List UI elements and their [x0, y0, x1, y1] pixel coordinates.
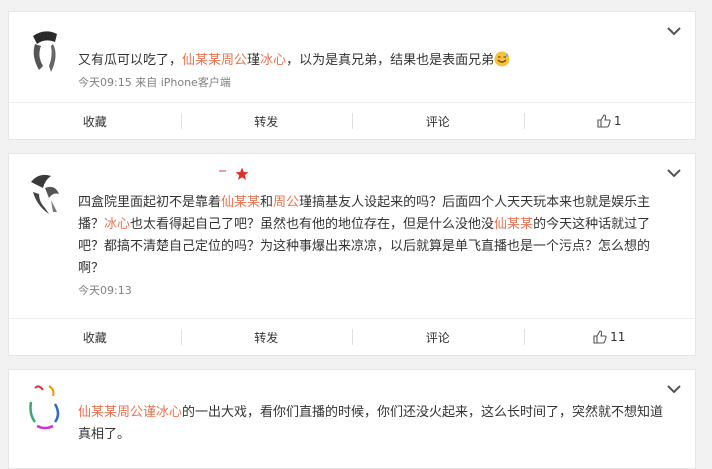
post-body: 又有瓜可以吃了，仙某某周公瑾冰心，以为是真兄弟，结果也是表面兄弟 今天09:15… — [78, 50, 673, 90]
mention-link[interactable]: 冰心 — [260, 53, 286, 68]
mention-link[interactable]: 仙某某 — [221, 195, 260, 210]
comment-label: 评论 — [425, 330, 450, 345]
mention-link[interactable]: 仙某某 — [182, 53, 221, 68]
action-bar: 收藏 转发 评论 1 — [9, 102, 695, 139]
post-meta: 今天09:15 来自 iPhone客户端 — [78, 76, 231, 89]
text-segment: 也太看得起自己了吧？虽然也有他的地位存在，但是什么没他没 — [130, 217, 495, 232]
mention-link[interactable]: 仙某某周公谨冰心 — [78, 405, 182, 420]
repost-button[interactable]: 转发 — [180, 319, 353, 355]
favorite-button[interactable]: 收藏 — [9, 103, 181, 139]
thumbs-up-icon — [597, 114, 611, 128]
post-card: 又有瓜可以吃了，仙某某周公瑾冰心，以为是真兄弟，结果也是表面兄弟 今天09:15… — [8, 11, 696, 140]
thumbs-up-icon — [593, 330, 607, 344]
post-text: 又有瓜可以吃了，仙某某周公瑾冰心，以为是真兄弟，结果也是表面兄弟 — [78, 50, 673, 72]
chevron-down-icon[interactable] — [667, 26, 681, 36]
repost-label: 转发 — [254, 330, 279, 345]
favorite-button[interactable]: 收藏 — [9, 319, 181, 355]
repost-label: 转发 — [254, 114, 279, 129]
text-segment: ，以为是真兄弟，结果也是表面兄弟 — [286, 53, 495, 68]
sweat-smile-emoji-icon — [494, 51, 510, 67]
comment-feed: 又有瓜可以吃了，仙某某周公瑾冰心，以为是真兄弟，结果也是表面兄弟 今天09:15… — [0, 0, 712, 469]
post-body: 仙某某周公谨冰心的一出大戏，看你们直播的时候，你们还没火起来，这么长时间了，突然… — [78, 402, 673, 446]
badge-mark — [219, 170, 226, 172]
avatar[interactable] — [25, 168, 65, 218]
post-text: 仙某某周公谨冰心的一出大戏，看你们直播的时候，你们还没火起来，这么长时间了，突然… — [78, 402, 673, 446]
star-icon — [235, 167, 249, 180]
comment-button[interactable]: 评论 — [352, 103, 524, 139]
like-button[interactable]: 11 — [523, 319, 696, 355]
mention-link[interactable]: 仙某某 — [494, 217, 533, 232]
favorite-label: 收藏 — [82, 114, 107, 129]
mention-link[interactable]: 周公 — [221, 53, 247, 68]
post-card: 四盒院里面起初不是靠着仙某某和周公瑾搞基友人设起来的吗？后面四个人天天玩本来也就… — [8, 153, 696, 356]
avatar[interactable] — [25, 382, 65, 432]
comment-button[interactable]: 评论 — [352, 319, 524, 355]
repost-button[interactable]: 转发 — [180, 103, 353, 139]
post-body: 四盒院里面起初不是靠着仙某某和周公瑾搞基友人设起来的吗？后面四个人天天玩本来也就… — [78, 192, 673, 298]
text-segment: 瑾 — [247, 53, 261, 68]
text-segment: 四盒院里面起初不是靠着 — [78, 195, 222, 210]
like-count: 11 — [610, 330, 626, 344]
like-button[interactable]: 1 — [523, 103, 696, 139]
post-meta: 今天09:13 — [78, 284, 132, 297]
avatar[interactable] — [25, 26, 65, 76]
like-count: 1 — [613, 114, 622, 128]
text-segment: 又有瓜可以吃了， — [78, 53, 183, 68]
chevron-down-icon[interactable] — [667, 384, 681, 394]
favorite-label: 收藏 — [82, 330, 107, 345]
comment-label: 评论 — [425, 114, 450, 129]
text-segment: 和 — [260, 195, 274, 210]
mention-link[interactable]: 冰心 — [104, 217, 130, 232]
chevron-down-icon[interactable] — [667, 168, 681, 178]
action-bar: 收藏 转发 评论 11 — [9, 318, 695, 355]
post-card: 仙某某周公谨冰心的一出大戏，看你们直播的时候，你们还没火起来，这么长时间了，突然… — [8, 369, 696, 469]
mention-link[interactable]: 周公 — [273, 195, 299, 210]
post-text: 四盒院里面起初不是靠着仙某某和周公瑾搞基友人设起来的吗？后面四个人天天玩本来也就… — [78, 192, 673, 280]
